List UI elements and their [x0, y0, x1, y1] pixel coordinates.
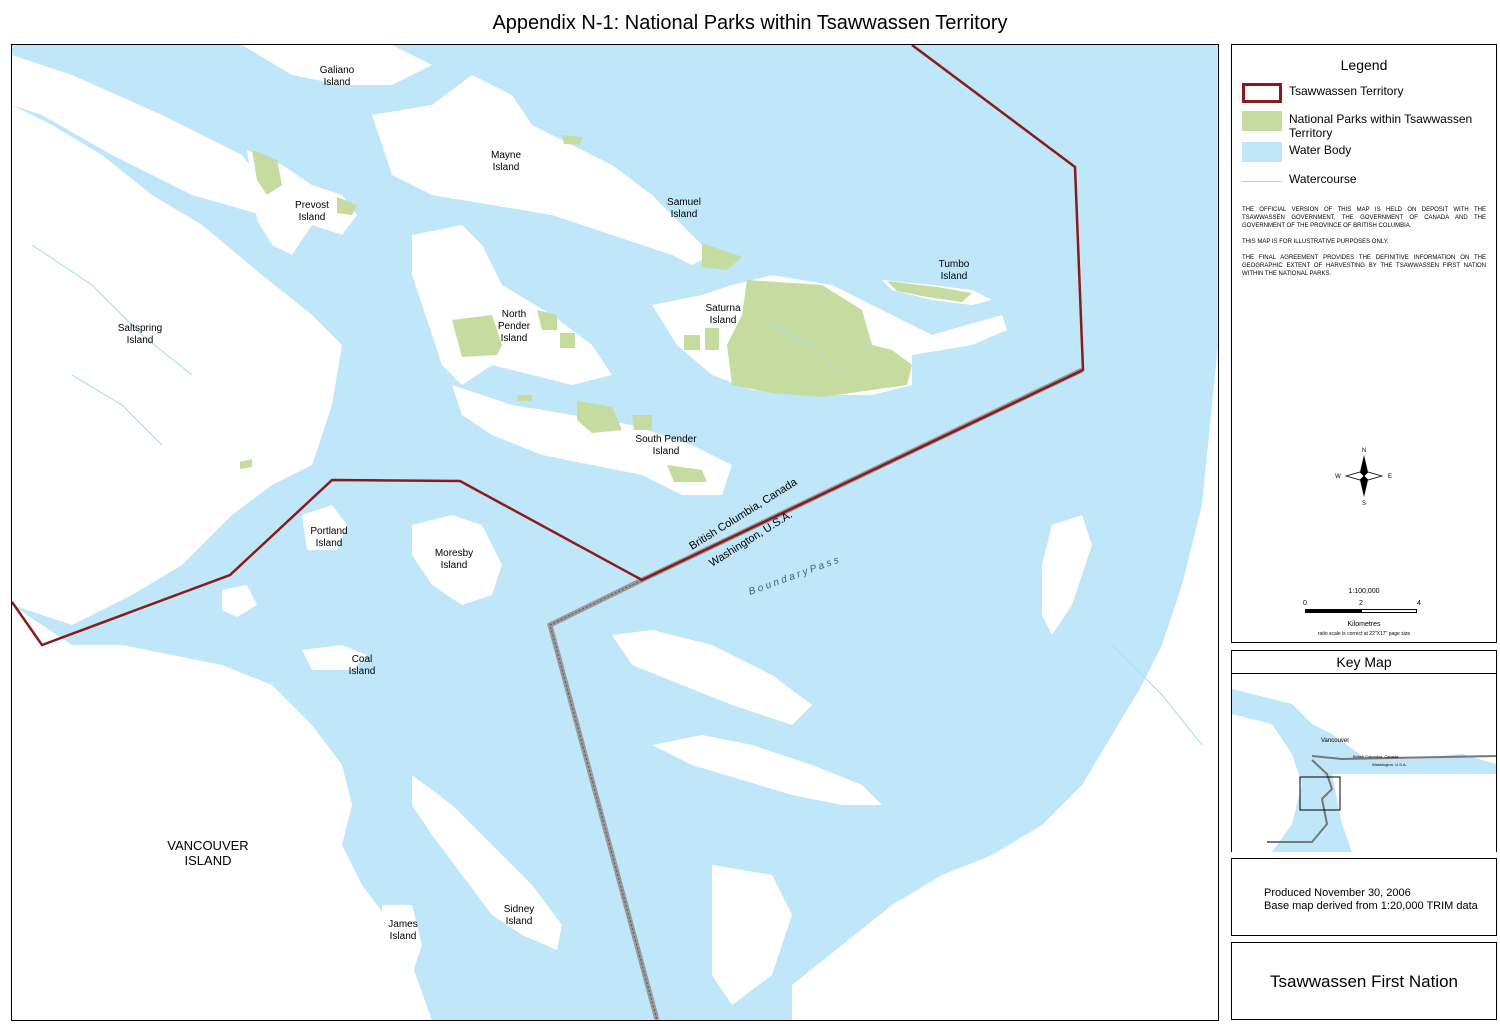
label-saltspring-island: Saltspring Island [117, 323, 163, 346]
map-canvas: British Columbia, Canada Washington, U.S… [12, 45, 1218, 1020]
park-north-pender-small [517, 395, 532, 401]
main-map[interactable]: British Columbia, Canada Washington, U.S… [11, 44, 1219, 1021]
legend-note-illustrative: This map is for illustrative purposes on… [1242, 239, 1389, 245]
land-us-island-4 [712, 865, 792, 1005]
legend-note-official: The official version of this map is held… [1242, 207, 1486, 229]
key-map-canvas: Vancouver British Columbia, Canada Washi… [1232, 673, 1496, 852]
park-samuel [702, 243, 742, 270]
legend-swatch-parks [1242, 111, 1282, 131]
park-saturna-small-2 [705, 328, 719, 350]
map-title: Appendix N-1: National Parks within Tsaw… [492, 12, 1008, 34]
organization-name: Tsawwassen First Nation [1269, 972, 1458, 991]
boundary-label-south: Washington, U.S.A. [707, 509, 794, 570]
scale-bar: 0 2 4 [1303, 600, 1421, 614]
label-portland-island: Portland Island [310, 526, 348, 549]
compass-e: E [1388, 474, 1392, 480]
park-saturna-small-1 [684, 335, 700, 350]
legend-swatch-water [1242, 142, 1282, 162]
scale-tick-2: 2 [1359, 600, 1363, 607]
label-moresby-island: Moresby Island [434, 548, 474, 571]
label-vancouver-island: VANCOUVER ISLAND [167, 838, 249, 868]
label-saturna-island: Saturna Island [705, 303, 741, 326]
scale-note: ratio scale is correct at 22"X17" page s… [1317, 631, 1411, 637]
label-coal-island: Coal Island [348, 654, 376, 677]
water-label-boundary-pass: B o u n d a r y P a s s [747, 555, 840, 598]
legend-note-final-agreement: The Final Agreement provides the definit… [1242, 255, 1486, 277]
key-map-title: Key Map [1336, 654, 1392, 670]
legend-swatch-watercourse [1242, 171, 1282, 191]
keymap-border-south: Washington, U.S.A. [1372, 762, 1407, 767]
base-map-source: Base map derived from 1:20,000 TRIM data [1264, 900, 1478, 912]
land-north-pender [412, 225, 612, 385]
label-tumbo-island: Tumbo Island [938, 259, 970, 282]
land-us-island-3 [652, 735, 882, 805]
compass-s: S [1362, 501, 1366, 507]
north-arrow-icon: N S W E [1332, 445, 1396, 507]
legend-panel: Legend Tsawwassen Territory National Par… [1231, 44, 1497, 643]
label-james-island: James Island [388, 919, 418, 942]
organization-panel: Tsawwassen First Nation [1231, 942, 1497, 1020]
production-info: Produced November 30, 2006 Base map deri… [1264, 887, 1478, 913]
park-south-pender-2 [632, 415, 652, 430]
scale-tick-4: 4 [1417, 600, 1421, 607]
keymap-vancouver-label: Vancouver [1321, 738, 1350, 744]
label-galiano-island: Galiano Island [319, 65, 355, 88]
scale-tick-0: 0 [1303, 600, 1307, 607]
label-prevost-island: Prevost Island [295, 200, 329, 223]
legend-label-parks: National Parks within Tsawwassen Territo… [1289, 112, 1473, 140]
keymap-land-vancouver-island [1232, 714, 1302, 852]
production-info-panel: Produced November 30, 2006 Base map deri… [1231, 858, 1497, 936]
label-mayne-island: Mayne Island [490, 150, 521, 173]
compass-n: N [1362, 448, 1366, 454]
park-mayne [562, 135, 582, 145]
scale-ratio: 1:100,000 [1348, 588, 1380, 595]
legend-label-watercourse: Watercourse [1289, 172, 1357, 186]
label-sidney-island: Sidney Island [503, 904, 535, 927]
legend-swatch-territory [1242, 83, 1282, 103]
keymap-border-north: British Columbia, Canada [1353, 754, 1399, 759]
label-north-pender-island: North Pender Island [497, 309, 531, 344]
compass-w: W [1335, 474, 1341, 480]
land-us-island-2 [612, 630, 812, 725]
land-small-island [222, 585, 257, 617]
keymap-land-us [1332, 774, 1496, 852]
produced-date: Produced November 30, 2006 [1264, 887, 1411, 899]
legend-title: Legend [1340, 57, 1388, 73]
legend-label-water: Water Body [1289, 143, 1352, 157]
legend-label-territory: Tsawwassen Territory [1289, 84, 1404, 98]
key-map-panel: Key Map Vancouver British Columbia, Cana… [1231, 650, 1497, 852]
scale-unit: Kilometres [1347, 621, 1381, 628]
land-us-island-1 [1042, 515, 1092, 635]
label-samuel-island: Samuel Island [667, 197, 701, 220]
label-south-pender-island: South Pender Island [635, 434, 697, 457]
